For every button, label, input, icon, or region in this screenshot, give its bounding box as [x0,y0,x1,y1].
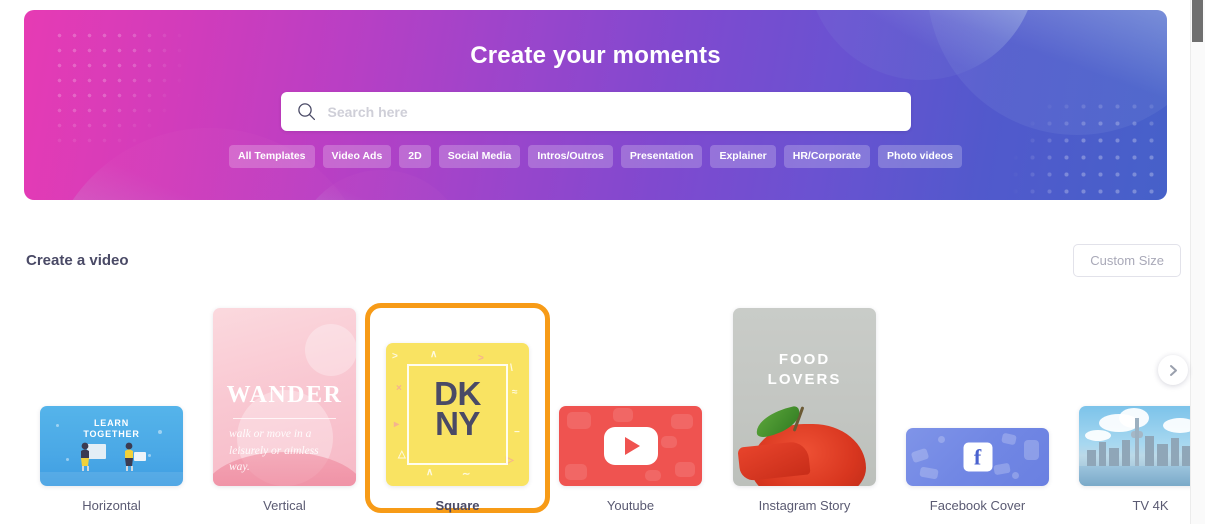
tag-explainer[interactable]: Explainer [710,145,776,168]
illustration-person-right [125,442,146,471]
thumbnail-vertical-title: WANDER [226,382,343,408]
format-carousel: LEARN TOGETHER Horizontal WANDER walk or… [24,285,1205,513]
create-a-video-header: Create a video Custom Size [26,242,1181,278]
thumbnail-square-text: DK NY [386,377,529,443]
format-card-horizontal[interactable]: LEARN TOGETHER Horizontal [40,406,183,513]
format-card-label-square: Square [435,498,480,513]
search-input[interactable] [327,103,895,120]
tag-presentation[interactable]: Presentation [620,145,703,168]
decorative-circle-bottom-left-small [294,170,469,200]
tag-intros-outros[interactable]: Intros/Outros [528,145,613,168]
search-icon [297,102,316,121]
thumbnail-facebook-cover: f [906,428,1049,486]
thumb-line2: NY [435,405,480,443]
page-scrollbar-track[interactable] [1190,0,1205,524]
format-card-label-instagram-story: Instagram Story [758,498,851,513]
format-card-youtube[interactable]: Youtube [559,406,702,513]
format-card-tv-4k[interactable]: TV 4K [1079,406,1205,513]
tag-social-media[interactable]: Social Media [438,145,521,168]
thumbnail-tv-4k [1079,406,1205,486]
search-bar[interactable] [280,92,911,131]
format-card-instagram-story[interactable]: FOOD LOVERS Instagram Story [733,308,876,513]
tag-video-ads[interactable]: Video Ads [322,145,392,168]
tag-hr-corporate[interactable]: HR/Corporate [783,145,871,168]
illustration-cn-tower [1135,418,1139,466]
carousel-next-button[interactable] [1158,355,1188,385]
thumbnail-instagram-text: FOOD LOVERS [741,350,868,391]
format-card-facebook-cover[interactable]: f Facebook Cover [906,428,1049,513]
custom-size-button[interactable]: Custom Size [1073,243,1181,277]
format-card-label-tv-4k: TV 4K [1132,498,1169,513]
thumbnail-vertical: WANDER walk or move in a leisurely or ai… [213,308,356,486]
format-card-label-facebook-cover: Facebook Cover [929,498,1026,513]
tag-photo-videos[interactable]: Photo videos [878,145,962,168]
thumb-line1: FOOD [778,351,831,368]
illustration-tomato-slice [737,440,811,482]
tag-2d[interactable]: 2D [399,145,431,168]
thumbnail-vertical-subtitle: walk or move in a leisurely or aimless w… [229,428,319,474]
format-card-label-youtube: Youtube [606,498,655,513]
thumbnail-instagram-story: FOOD LOVERS [733,308,876,486]
thumb-line2: LOVERS [767,371,842,389]
thumbnail-youtube [559,406,702,486]
thumb-line1: LEARN [94,418,129,428]
page-root: Create your moments All Templates Video … [0,0,1205,524]
tag-all-templates[interactable]: All Templates [229,145,315,168]
thumbnail-horizontal: LEARN TOGETHER [40,406,183,486]
hero-title: Create your moments [470,42,721,69]
thumbnail-vertical-rule [233,418,336,419]
facebook-logo-icon: f [963,442,992,472]
format-card-label-horizontal: Horizontal [82,498,141,513]
hero-banner: Create your moments All Templates Video … [24,10,1167,200]
format-card-square[interactable]: > ∧ > \ × ≈ ▸ − △ ▷ ∧ ∼ DK NY Square [386,343,529,513]
illustration-person-left [81,442,106,471]
youtube-play-icon [603,427,658,465]
section-title: Create a video [26,251,129,269]
category-tag-row: All Templates Video Ads 2D Social Media … [24,145,1167,168]
page-scrollbar-thumb[interactable] [1192,0,1203,42]
format-card-label-vertical: Vertical [263,498,306,513]
thumbnail-square: > ∧ > \ × ≈ ▸ − △ ▷ ∧ ∼ DK NY [386,343,529,486]
chevron-right-icon [1169,364,1177,376]
format-card-vertical[interactable]: WANDER walk or move in a leisurely or ai… [213,308,356,513]
